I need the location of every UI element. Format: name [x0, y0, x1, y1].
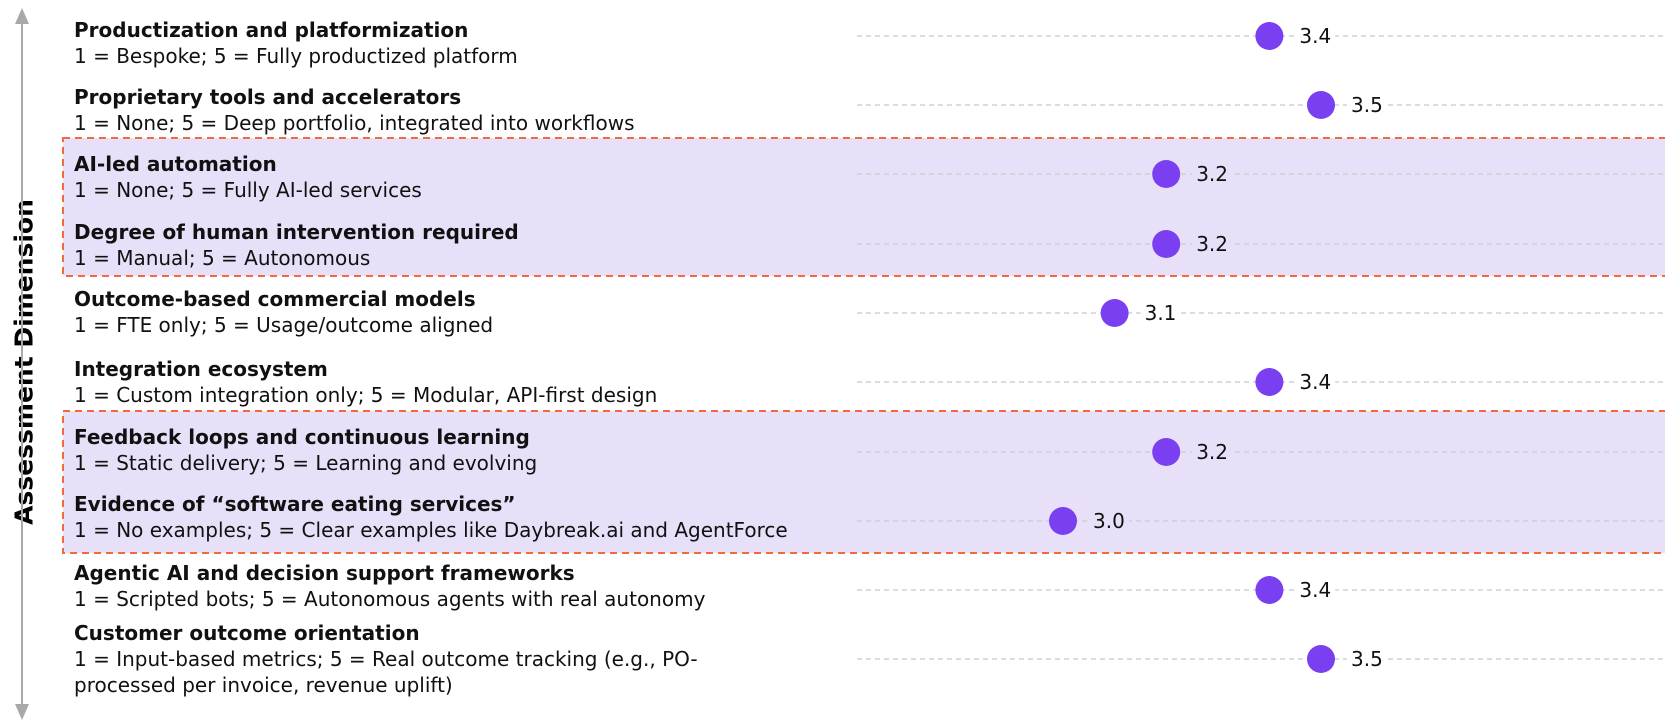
dimension-scale: 1 = Manual; 5 = Autonomous: [74, 246, 370, 270]
dimension-scale: 1 = No examples; 5 = Clear examples like…: [74, 518, 788, 542]
value-dot: [1255, 576, 1284, 604]
dimension-title: Integration ecosystem: [74, 357, 328, 381]
value-dot: [1255, 22, 1284, 50]
dimension-title: Degree of human intervention required: [74, 220, 519, 244]
axis-arrow-up: [15, 8, 29, 24]
dimension-row: Productization and platformization1 = Be…: [74, 18, 1665, 68]
dimension-title: Outcome-based commercial models: [74, 287, 476, 311]
dimension-title: Agentic AI and decision support framewor…: [74, 561, 575, 585]
value-label: 3.4: [1299, 24, 1331, 48]
value-dot: [1307, 91, 1335, 119]
dimension-row: Customer outcome orientation1 = Input-ba…: [74, 621, 1665, 697]
dimension-scale: 1 = None; 5 = Deep portfolio, integrated…: [74, 111, 635, 135]
dimension-title: Feedback loops and continuous learning: [74, 425, 530, 449]
dimension-scale: processed per invoice, revenue uplift): [74, 673, 453, 697]
dimension-scale: 1 = FTE only; 5 = Usage/outcome aligned: [74, 313, 493, 337]
value-label: 3.2: [1196, 162, 1228, 186]
dimension-title: Proprietary tools and accelerators: [74, 85, 461, 109]
value-dot: [1049, 507, 1077, 535]
value-label: 3.4: [1299, 370, 1331, 394]
dimension-scale: 1 = Scripted bots; 5 = Autonomous agents…: [74, 587, 706, 611]
dimension-row: Proprietary tools and accelerators1 = No…: [74, 85, 1665, 135]
dimension-title: AI-led automation: [74, 152, 277, 176]
value-dot: [1307, 645, 1335, 673]
value-dot: [1100, 299, 1129, 327]
value-label: 3.4: [1299, 578, 1331, 602]
dimension-scale: 1 = None; 5 = Fully AI-led services: [74, 178, 422, 202]
dot-chart: Productization and platformization1 = Be…: [15, 8, 1665, 720]
value-dot: [1152, 438, 1181, 466]
dimension-title: Customer outcome orientation: [74, 621, 420, 645]
value-label: 3.0: [1093, 509, 1125, 533]
dimension-title: Evidence of “software eating services”: [74, 492, 516, 516]
dimension-row: Integration ecosystem1 = Custom integrat…: [74, 357, 1665, 407]
dimension-scale: 1 = Custom integration only; 5 = Modular…: [74, 383, 657, 407]
axis-arrow-down: [15, 704, 29, 720]
dimension-scale: 1 = Bespoke; 5 = Fully productized platf…: [74, 44, 518, 68]
value-dot: [1152, 160, 1181, 188]
value-dot: [1255, 368, 1284, 396]
dimension-row: Agentic AI and decision support framewor…: [74, 561, 1665, 611]
value-label: 3.5: [1351, 647, 1383, 671]
value-label: 3.1: [1145, 301, 1177, 325]
dimension-title: Productization and platformization: [74, 18, 468, 42]
value-label: 3.2: [1196, 440, 1228, 464]
dimension-row: Outcome-based commercial models1 = FTE o…: [74, 287, 1665, 337]
value-label: 3.2: [1196, 232, 1228, 256]
value-dot: [1152, 230, 1181, 258]
value-label: 3.5: [1351, 93, 1383, 117]
dimension-scale: 1 = Static delivery; 5 = Learning and ev…: [74, 451, 537, 475]
dimension-scale: 1 = Input-based metrics; 5 = Real outcom…: [74, 647, 698, 671]
